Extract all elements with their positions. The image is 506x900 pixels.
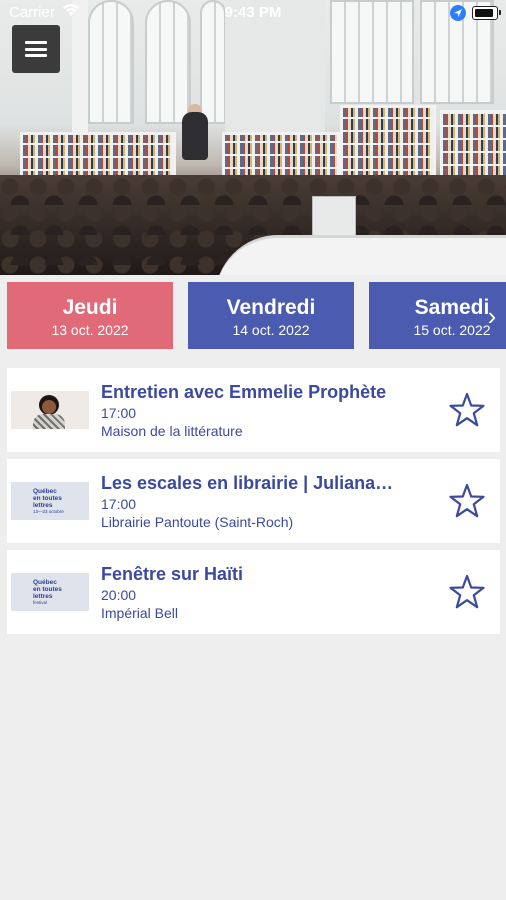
event-title: Entretien avec Emmelie Prophète — [101, 382, 387, 402]
event-venue: Librairie Pantoute (Saint-Roch) — [101, 514, 294, 530]
festival-logo-thumbnail: Québec en toutes lettres festival — [11, 573, 89, 611]
star-icon[interactable] — [449, 392, 485, 428]
hamburger-menu-button[interactable] — [12, 25, 60, 73]
event-title: Les escales en librairie | Juliana… — [101, 473, 394, 493]
event-title: Fenêtre sur Haïti — [101, 564, 244, 584]
star-icon[interactable] — [449, 483, 485, 519]
tab-day-date: 14 oct. 2022 — [232, 322, 310, 338]
event-thumbnail-portrait — [11, 391, 89, 429]
logo-text: lettres — [33, 593, 53, 600]
tab-day-name: Vendredi — [226, 296, 316, 319]
tab-jeudi[interactable]: Jeudi 13 oct. 2022 — [7, 282, 173, 349]
logo-text: lettres — [33, 502, 53, 509]
festival-logo-thumbnail: Québec en toutes lettres 13—23 octobre — [11, 482, 89, 520]
status-bar: Carrier 9:43 PM — [0, 0, 506, 26]
logo-text: Québec — [33, 488, 57, 495]
hamburger-menu-icon — [25, 41, 47, 57]
star-icon[interactable] — [449, 574, 485, 610]
battery-tip — [499, 10, 501, 15]
event-card[interactable]: Québec en toutes lettres festival Fenêtr… — [7, 550, 500, 634]
location-icon — [450, 5, 466, 21]
event-time: 17:00 — [101, 496, 137, 512]
event-venue: Maison de la littérature — [101, 423, 243, 439]
logo-subtext: festival — [33, 600, 48, 605]
event-venue: Impérial Bell — [101, 605, 179, 621]
day-tabs: Jeudi 13 oct. 2022 Vendredi 14 oct. 2022… — [0, 275, 506, 360]
tab-day-name: Jeudi — [62, 296, 118, 319]
battery-icon — [472, 6, 498, 20]
event-card[interactable]: Québec en toutes lettres 13—23 octobre L… — [7, 459, 500, 543]
clock: 9:43 PM — [224, 4, 282, 21]
logo-text: Québec — [33, 579, 57, 586]
logo-text: en toutes — [33, 586, 62, 593]
event-list: Entretien avec Emmelie Prophète 17:00 Ma… — [7, 368, 500, 641]
event-card[interactable]: Entretien avec Emmelie Prophète 17:00 Ma… — [7, 368, 500, 452]
tab-day-date: 13 oct. 2022 — [51, 322, 129, 338]
event-time: 17:00 — [101, 405, 137, 421]
chevron-right-icon[interactable]: › — [478, 296, 506, 336]
event-time: 20:00 — [101, 587, 137, 603]
hero-event-photo — [0, 0, 506, 275]
logo-text: en toutes — [33, 495, 62, 502]
tab-vendredi[interactable]: Vendredi 14 oct. 2022 — [188, 282, 354, 349]
logo-subtext: 13—23 octobre — [33, 509, 64, 514]
